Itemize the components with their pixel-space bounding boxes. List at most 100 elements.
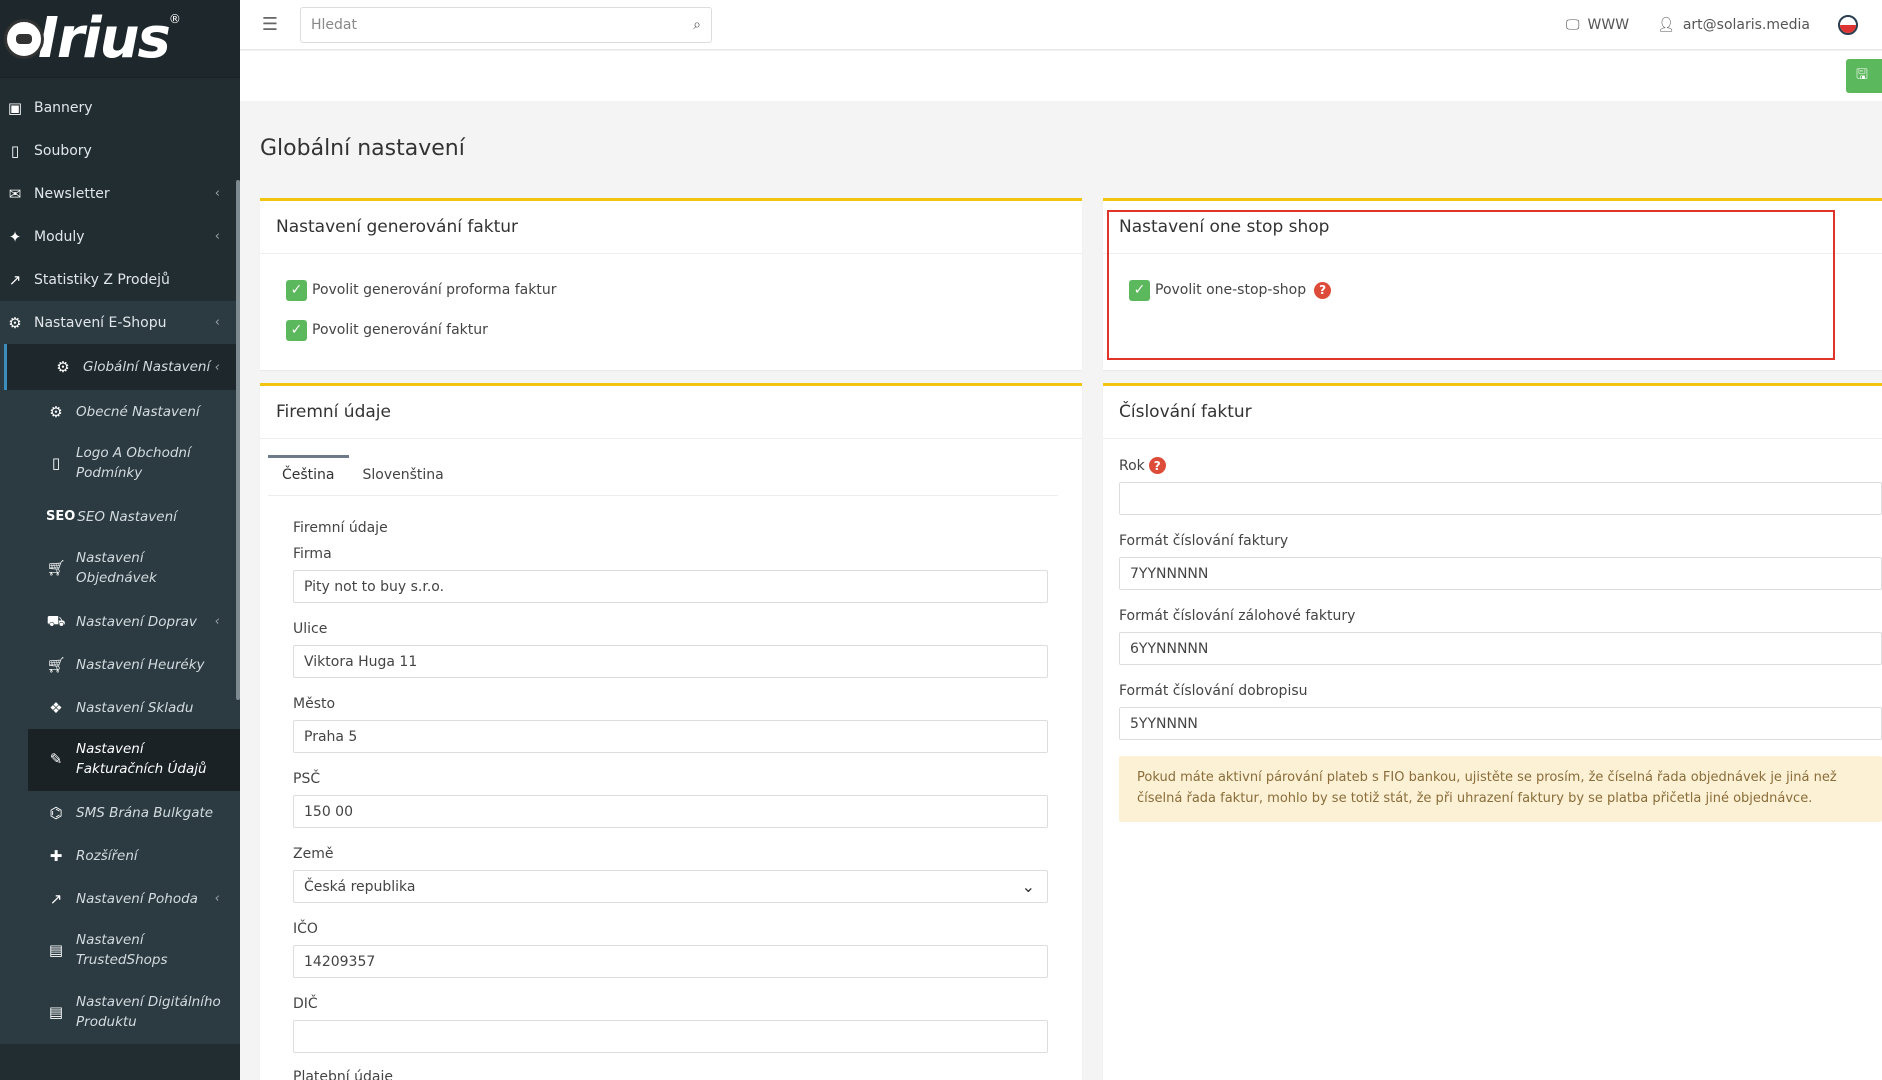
sidebar-item-trustedshops[interactable]: ▤ Nastavení TrustedShops xyxy=(0,920,240,982)
sidebar-item-label: Nastavení Objednávek xyxy=(76,550,157,586)
company-details-panel: Firemní údaje Čeština Slovenština Firemn… xyxy=(260,383,1082,1080)
cart-icon: 🛒︎ xyxy=(46,559,66,578)
sidebar-item-newsletter[interactable]: ✉ Newsletter ‹ xyxy=(0,172,240,215)
user-icon: 👤︎ xyxy=(1657,17,1675,33)
sidebar-item-fakturacni-udaje[interactable]: ✎ Nastavení Fakturačních Údajů xyxy=(28,729,240,791)
cart-icon: 🛒︎ xyxy=(46,655,66,674)
gear-icon: ⚙ xyxy=(49,402,63,421)
sms-icon: ⌬ xyxy=(49,803,63,822)
sidebar-item-rozsireni[interactable]: ✚ Rozšíření xyxy=(0,834,240,877)
help-icon[interactable]: ? xyxy=(1148,457,1166,474)
sidebar-item-label: Statistiky Z Prodejů xyxy=(34,271,170,288)
chevron-left-icon: ‹ xyxy=(214,891,220,906)
field-label: Formát číslování dobropisu xyxy=(1119,683,1308,699)
help-icon[interactable]: ? xyxy=(1314,281,1332,299)
sidebar-item-nastaveni-eshopu[interactable]: ⚙ Nastavení E-Shopu ‹ xyxy=(0,301,240,344)
dic-input[interactable] xyxy=(293,1020,1048,1053)
advance-invoice-format-input[interactable]: 6YYNNNNN xyxy=(1119,632,1882,665)
www-link[interactable]: 🖵︎ WWW xyxy=(1566,17,1629,33)
sidebar-item-label: Nastavení Pohoda xyxy=(76,890,198,907)
search-icon[interactable]: ⌕ xyxy=(693,17,701,33)
country-select[interactable]: Česká republika ⌄ xyxy=(293,870,1048,903)
sidebar-item-seo[interactable]: SEO SEO Nastavení xyxy=(0,495,240,538)
sidebar-item-globalni-nastaveni[interactable]: ⚙ Globální Nastavení ‹ xyxy=(4,344,240,390)
tab-slovenstina[interactable]: Slovenština xyxy=(349,455,458,495)
field-label: Město xyxy=(293,696,336,712)
invoice-format-input[interactable]: 7YYNNNNN xyxy=(1119,557,1882,590)
search-input[interactable] xyxy=(311,16,694,33)
chevron-down-icon: ⌄ xyxy=(1021,877,1035,896)
street-input[interactable]: Viktora Huga 11 xyxy=(293,645,1048,678)
field-label: Země xyxy=(293,846,334,862)
invoice-generation-panel: Nastavení generování faktur ✓ Povolit ge… xyxy=(260,198,1082,370)
sidebar-item-obecne-nastaveni[interactable]: ⚙ Obecné Nastavení xyxy=(0,390,240,433)
checkbox-label: Povolit generování proforma faktur xyxy=(312,282,557,298)
file-icon: ▯ xyxy=(51,454,61,473)
invoice-checkbox-row[interactable]: ✓ Povolit generování faktur xyxy=(286,310,1056,350)
language-flag-icon[interactable] xyxy=(1838,15,1858,35)
dropbox-icon: ❖ xyxy=(49,698,63,717)
sidebar-scrollbar[interactable] xyxy=(236,180,240,700)
field-label: PSČ xyxy=(293,771,321,787)
chart-icon: ↗ xyxy=(49,889,63,908)
sidebar-item-pohoda[interactable]: ↗ Nastavení Pohoda ‹ xyxy=(0,877,240,920)
newsletter-icon: ✉ xyxy=(8,184,22,203)
sidebar-item-statistiky[interactable]: ↗ Statistiky Z Prodejů xyxy=(0,258,240,301)
sidebar-item-label: Nastavení Heuréky xyxy=(76,656,205,673)
language-tabs: Čeština Slovenština xyxy=(268,455,1058,496)
sidebar-item-moduly[interactable]: ✦ Moduly ‹ xyxy=(0,215,240,258)
user-menu[interactable]: 👤︎ art@solaris.media xyxy=(1657,17,1810,33)
checkbox-label: Povolit one-stop-shop xyxy=(1155,282,1307,298)
postal-code-input[interactable]: 150 00 xyxy=(293,795,1048,828)
sidebar-item-label: Newsletter xyxy=(34,185,110,202)
sidebar-item-label: Nastavení Doprav xyxy=(76,613,197,630)
sidebar-item-logo-podminky[interactable]: ▯ Logo A Obchodní Podmínky xyxy=(0,433,240,495)
chevron-left-icon: ‹ xyxy=(214,614,220,629)
sidebar-item-sms-brana[interactable]: ⌬ SMS Brána Bulkgate xyxy=(0,791,240,834)
sidebar-item-label: Moduly xyxy=(34,228,85,245)
panel-title: Číslování faktur xyxy=(1103,386,1882,439)
chevron-left-icon: ‹ xyxy=(214,186,220,201)
ico-input[interactable]: 14209357 xyxy=(293,945,1048,978)
feather-icon: ✎ xyxy=(49,750,63,769)
floppy-icon: 🖫︎ xyxy=(1856,67,1868,83)
section-heading: Firemní údaje xyxy=(293,520,388,536)
sidebar-item-label: Nastavení TrustedShops xyxy=(76,932,168,968)
section-heading: Platební údaje xyxy=(293,1069,393,1080)
logo-text: Irius xyxy=(38,5,171,71)
sidebar-item-label: Soubory xyxy=(34,142,92,159)
sidebar-item-soubory[interactable]: ▯ Soubory xyxy=(0,129,240,172)
proforma-checkbox-row[interactable]: ✓ Povolit generování proforma faktur xyxy=(286,270,1056,310)
proforma-checkbox[interactable]: ✓ xyxy=(286,279,307,301)
sidebar-item-label: Logo A Obchodní Podmínky xyxy=(76,445,191,481)
sidebar-item-heureka[interactable]: 🛒︎ Nastavení Heuréky xyxy=(0,643,240,686)
save-button[interactable]: 🖫︎ xyxy=(1846,59,1882,93)
sidebar-item-sklad[interactable]: ❖ Nastavení Skladu xyxy=(0,686,240,729)
www-label: WWW xyxy=(1587,17,1630,33)
sidebar-item-objednavky[interactable]: 🛒︎ Nastavení Objednávek xyxy=(0,538,240,600)
company-name-input[interactable]: Pity not to buy s.r.o. xyxy=(293,570,1048,603)
one-stop-shop-checkbox[interactable]: ✓ xyxy=(1129,279,1150,301)
one-stop-shop-checkbox-row[interactable]: ✓ Povolit one-stop-shop ? xyxy=(1129,270,1856,310)
card-icon: ▤ xyxy=(48,1003,64,1022)
app-logo[interactable]: Irius ® xyxy=(0,0,240,78)
tab-cestina[interactable]: Čeština xyxy=(268,455,349,495)
top-header: ☰ ⌕ 🖵︎ WWW 👤︎ art@solaris.media xyxy=(240,0,1882,50)
panel-title: Firemní údaje xyxy=(260,386,1082,439)
field-label: Formát číslování faktury xyxy=(1119,533,1289,549)
sidebar-item-dopravy[interactable]: ⛟ Nastavení Doprav ‹ xyxy=(0,600,240,643)
invoice-checkbox[interactable]: ✓ xyxy=(286,319,307,341)
year-input[interactable] xyxy=(1119,482,1882,515)
sidebar-item-digitalni-produkt[interactable]: ▤ Nastavení Digitálního Produktu xyxy=(0,982,240,1044)
sidebar-item-label: Nastavení Skladu xyxy=(76,699,194,716)
credit-note-format-input[interactable]: 5YYNNNN xyxy=(1119,707,1882,740)
hamburger-menu-icon[interactable]: ☰ xyxy=(240,14,300,35)
sidebar: Irius ® ▣ Bannery ▯ Soubory ✉ Newsletter… xyxy=(0,0,240,1080)
panel-title: Nastavení one stop shop xyxy=(1103,201,1882,254)
checkbox-label: Povolit generování faktur xyxy=(312,322,488,338)
sidebar-item-bannery[interactable]: ▣ Bannery xyxy=(0,86,240,129)
sidebar-item-label: Bannery xyxy=(34,99,93,116)
city-input[interactable]: Praha 5 xyxy=(293,720,1048,753)
one-stop-shop-panel: Nastavení one stop shop ✓ Povolit one-st… xyxy=(1103,198,1882,370)
field-label: Ulice xyxy=(293,621,328,637)
